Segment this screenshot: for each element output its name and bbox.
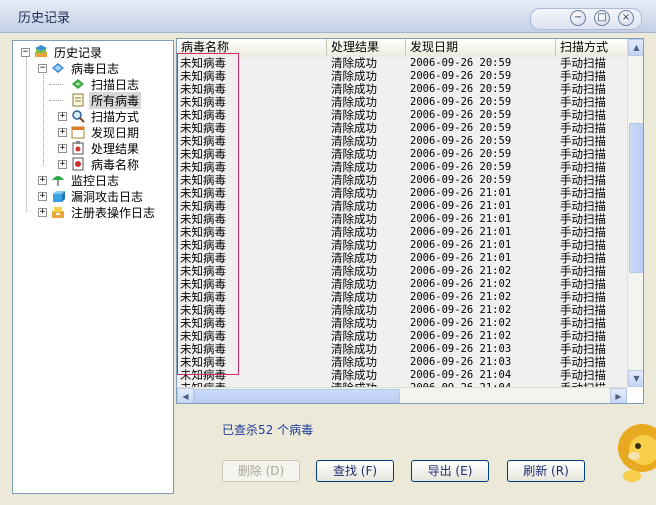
column-header-scan-method[interactable]: 扫描方式 bbox=[556, 39, 627, 56]
umbrella-icon bbox=[51, 173, 65, 187]
collapse-icon[interactable]: − bbox=[21, 47, 30, 57]
virus-list[interactable]: 病毒名称 处理结果 发现日期 扫描方式 未知病毒 清除成功 2006-09-26 2… bbox=[176, 38, 644, 404]
result-clipboard-icon bbox=[71, 141, 85, 155]
cell-found-date: 2006-09-26 20:59 bbox=[410, 57, 512, 69]
scroll-left-button[interactable]: ◀ bbox=[177, 388, 194, 403]
cell-found-date: 2006-09-26 21:03 bbox=[410, 343, 512, 355]
virus-count-status: 已查杀52 个病毒 bbox=[222, 423, 314, 437]
cell-found-date: 2006-09-26 21:02 bbox=[410, 317, 512, 329]
cell-found-date: 2006-09-26 21:01 bbox=[410, 252, 512, 264]
expand-icon[interactable]: + bbox=[58, 127, 67, 137]
refresh-button[interactable]: 刷新 (R) bbox=[507, 460, 585, 482]
tree-item-label: 历史记录 bbox=[54, 45, 103, 60]
vertical-scrollbar[interactable]: ▲ ▼ bbox=[627, 39, 643, 387]
virus-name-icon bbox=[71, 157, 85, 171]
cell-found-date: 2006-09-26 20:59 bbox=[410, 83, 512, 95]
tree-item-scan-log[interactable]: 扫描日志 bbox=[71, 76, 141, 92]
cell-found-date: 2006-09-26 20:59 bbox=[410, 70, 512, 82]
cell-found-date: 2006-09-26 21:01 bbox=[410, 213, 512, 225]
shield-cube-icon bbox=[51, 189, 65, 203]
cell-found-date: 2006-09-26 21:01 bbox=[410, 187, 512, 199]
virus-log-book-icon bbox=[51, 61, 65, 75]
tree-item-found-date[interactable]: + 发现日期 bbox=[58, 124, 141, 140]
history-stack-icon bbox=[34, 45, 48, 59]
tree-item-label: 处理结果 bbox=[91, 141, 140, 156]
collapse-icon[interactable]: − bbox=[38, 63, 47, 73]
tree-item-result[interactable]: + 处理结果 bbox=[58, 140, 141, 156]
column-header-found-date[interactable]: 发现日期 bbox=[406, 39, 556, 56]
tree-item-label: 病毒名称 bbox=[91, 157, 140, 172]
scroll-right-button[interactable]: ▶ bbox=[610, 388, 627, 403]
scroll-down-button[interactable]: ▼ bbox=[628, 370, 643, 387]
history-tree: − 历史记录 − 病毒日志 扫描日志 所有病毒 + 扫描方式 + 发现日期 + … bbox=[12, 40, 174, 494]
tree-item-scan-method[interactable]: + 扫描方式 bbox=[58, 108, 141, 124]
tree-item-monitor-log[interactable]: + 监控日志 bbox=[38, 172, 121, 188]
tree-item-label: 发现日期 bbox=[91, 125, 140, 140]
cell-found-date: 2006-09-26 20:59 bbox=[410, 174, 512, 186]
tree-item-label: 病毒日志 bbox=[71, 61, 120, 76]
tree-item-label: 扫描方式 bbox=[91, 109, 140, 124]
tree-item-virus-log[interactable]: − 病毒日志 bbox=[38, 60, 121, 76]
cell-found-date: 2006-09-26 21:02 bbox=[410, 265, 512, 277]
cell-found-date: 2006-09-26 20:59 bbox=[410, 96, 512, 108]
title-bar: 历史记录 − □ × bbox=[0, 0, 656, 33]
cell-found-date: 2006-09-26 20:59 bbox=[410, 148, 512, 160]
delete-button[interactable]: 删除 (D) bbox=[222, 460, 300, 482]
close-button[interactable]: × bbox=[618, 10, 634, 26]
expand-icon[interactable]: + bbox=[38, 207, 47, 217]
export-button[interactable]: 导出 (E) bbox=[411, 460, 489, 482]
cell-found-date: 2006-09-26 21:02 bbox=[410, 330, 512, 342]
cell-found-date: 2006-09-26 20:59 bbox=[410, 109, 512, 121]
tree-item-label: 监控日志 bbox=[71, 173, 120, 188]
tree-item-label: 注册表操作日志 bbox=[71, 205, 156, 220]
expand-icon[interactable]: + bbox=[38, 191, 47, 201]
column-header-result[interactable]: 处理结果 bbox=[327, 39, 406, 56]
expand-icon[interactable]: + bbox=[58, 111, 67, 121]
cell-found-date: 2006-09-26 21:01 bbox=[410, 200, 512, 212]
calendar-icon bbox=[71, 125, 85, 139]
tree-item-label: 漏洞攻击日志 bbox=[71, 189, 144, 204]
document-icon bbox=[71, 93, 85, 107]
horizontal-scroll-thumb[interactable] bbox=[194, 389, 400, 403]
cell-found-date: 2006-09-26 21:03 bbox=[410, 356, 512, 368]
cell-found-date: 2006-09-26 21:01 bbox=[410, 226, 512, 238]
cell-found-date: 2006-09-26 20:59 bbox=[410, 161, 512, 173]
tree-item-label: 所有病毒 bbox=[89, 91, 142, 109]
cell-found-date: 2006-09-26 21:02 bbox=[410, 278, 512, 290]
cell-found-date: 2006-09-26 21:01 bbox=[410, 239, 512, 251]
column-header-virus-name[interactable]: 病毒名称 bbox=[177, 39, 327, 56]
cell-found-date: 2006-09-26 21:02 bbox=[410, 291, 512, 303]
tree-item-virus-name[interactable]: + 病毒名称 bbox=[58, 156, 141, 172]
minimize-button[interactable]: − bbox=[570, 10, 586, 26]
expand-icon[interactable]: + bbox=[58, 159, 67, 169]
tree-item-label: 扫描日志 bbox=[91, 77, 140, 92]
cell-found-date: 2006-09-26 20:59 bbox=[410, 122, 512, 134]
window-title: 历史记录 bbox=[18, 11, 71, 26]
scroll-up-button[interactable]: ▲ bbox=[628, 39, 643, 56]
cell-found-date: 2006-09-26 21:02 bbox=[410, 304, 512, 316]
tree-item-history[interactable]: − 历史记录 bbox=[21, 44, 104, 60]
restore-button[interactable]: □ bbox=[594, 10, 610, 26]
tree-item-registry-log[interactable]: + 注册表操作日志 bbox=[38, 204, 157, 220]
expand-icon[interactable]: + bbox=[58, 143, 67, 153]
horizontal-scrollbar[interactable]: ◀ ▶ bbox=[177, 387, 627, 403]
tree-item-all-viruses[interactable]: 所有病毒 bbox=[71, 91, 142, 109]
scan-log-icon bbox=[71, 77, 85, 91]
magnifier-icon bbox=[71, 109, 85, 123]
find-button[interactable]: 查找 (F) bbox=[316, 460, 394, 482]
expand-icon[interactable]: + bbox=[38, 175, 47, 185]
cell-found-date: 2006-09-26 21:04 bbox=[410, 369, 512, 381]
vertical-scroll-thumb[interactable] bbox=[629, 123, 643, 273]
tree-item-exploit-log[interactable]: + 漏洞攻击日志 bbox=[38, 188, 145, 204]
cell-found-date: 2006-09-26 20:59 bbox=[410, 135, 512, 147]
mascot-lion-icon bbox=[612, 416, 656, 486]
registry-icon bbox=[51, 205, 65, 219]
